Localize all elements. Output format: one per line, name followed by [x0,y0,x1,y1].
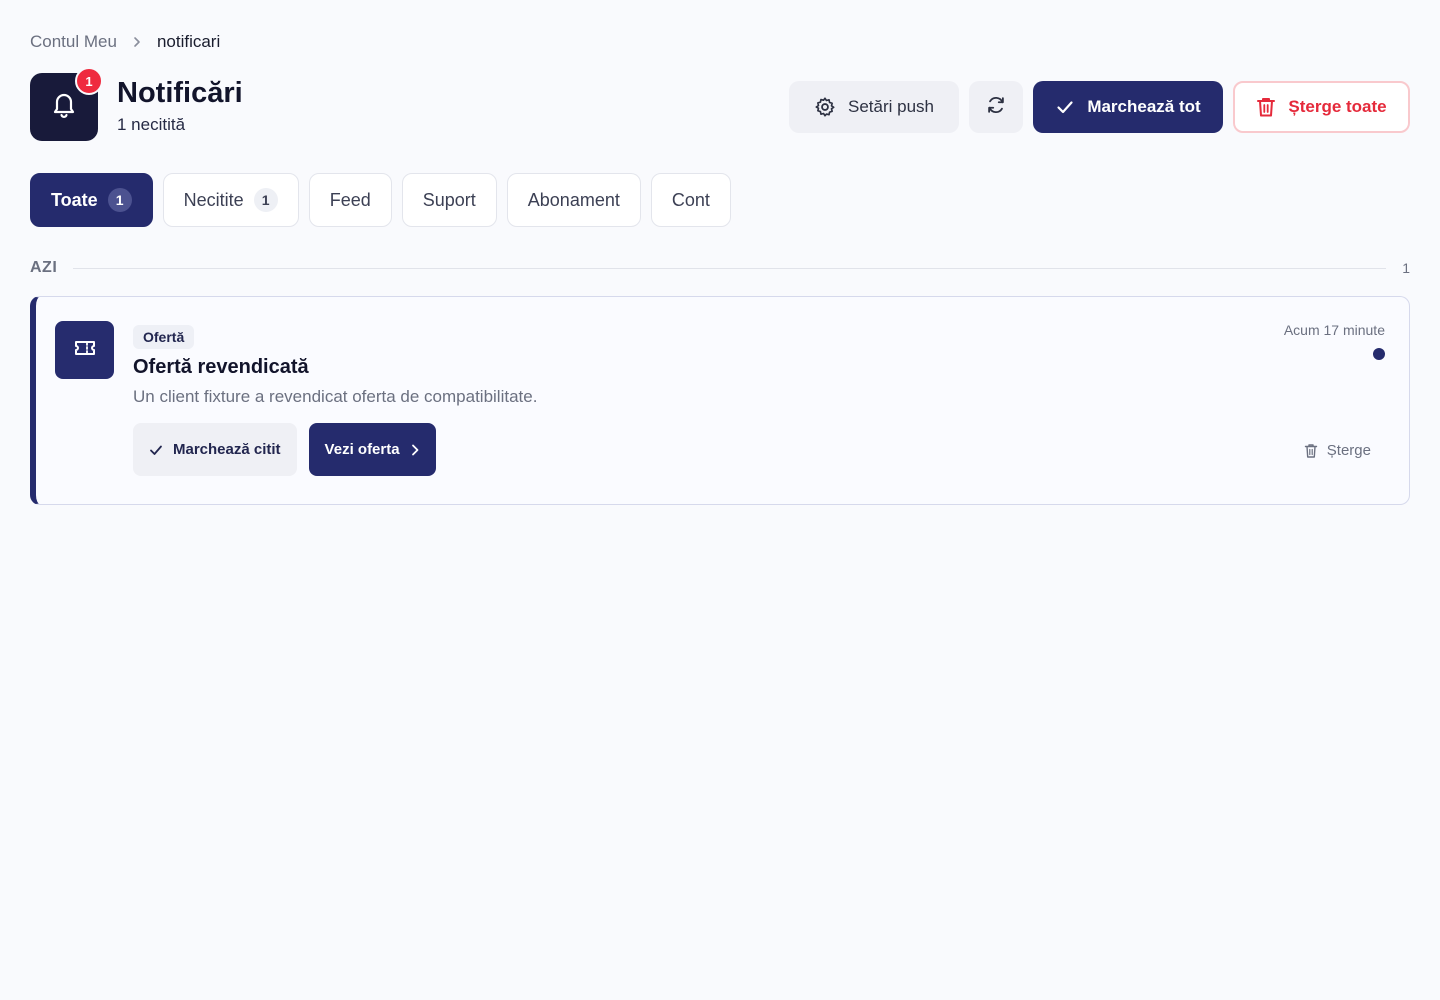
check-icon [149,443,163,457]
tab-label: Necitite [183,189,244,210]
delete-notification-button[interactable]: Șterge [1304,442,1371,459]
unread-indicator [1373,348,1385,360]
view-offer-button[interactable]: Vezi oferta [308,423,436,476]
notification-body: Ofertă Ofertă revendicată Un client fixt… [133,325,1385,476]
category-chip: Ofertă [133,325,195,349]
notifications-page: Contul Meu notificari 1 Notificări 1 nec… [0,0,1440,1000]
notification-timestamp: Acum 17 minute [1283,322,1385,338]
header-bell-box: 1 [30,67,103,141]
chevron-right-icon [410,443,420,457]
delete-all-button[interactable]: Șterge toate [1233,81,1410,133]
notification-type-icon-box [55,321,114,379]
ticket-icon [73,338,97,363]
check-icon [1055,97,1075,117]
unread-count-badge: 1 [75,67,103,95]
tab-label: Abonament [527,189,620,210]
mark-all-read-label: Marchează tot [1087,97,1201,116]
notification-title: Ofertă revendicată [133,356,309,378]
bell-icon [51,91,77,124]
breadcrumb-current: notificari [156,32,221,51]
breadcrumb: Contul Meu notificari [30,30,1410,54]
notification-card[interactable]: Ofertă Ofertă revendicată Un client fixt… [30,296,1410,505]
tab-count-badge: 1 [107,188,132,212]
gear-icon [814,96,836,118]
tab-toate[interactable]: Toate 1 [30,173,153,227]
refresh-button[interactable] [969,81,1023,133]
breadcrumb-parent-link[interactable]: Contul Meu [30,32,117,52]
push-settings-button[interactable]: Setări push [789,81,959,133]
tab-label: Toate [51,189,98,210]
filter-tabs: Toate 1 Necitite 1 Feed Suport Abonament… [30,173,1410,227]
tab-cont[interactable]: Cont [650,173,731,227]
refresh-icon [985,94,1007,121]
section-header-today: AZI 1 [30,258,1410,278]
mark-all-read-button[interactable]: Marchează tot [1033,81,1223,133]
header-actions: Setări push Marchează tot Șterge toate [789,81,1410,133]
tab-suport[interactable]: Suport [401,173,497,227]
section-divider [73,267,1387,269]
chevron-right-icon [117,36,157,48]
title-block: Notificări 1 necitită [117,75,243,135]
tab-count-badge: 1 [253,188,278,212]
section-label: AZI [30,259,58,276]
trash-icon [1256,96,1276,118]
tab-feed[interactable]: Feed [308,173,392,227]
page-title: Notificări [117,77,243,109]
tab-label: Suport [422,189,476,210]
view-offer-label: Vezi oferta [324,441,400,458]
mark-read-label: Marchează citit [173,441,281,458]
tab-label: Cont [671,189,710,210]
notification-description: Un client fixture a revendicat oferta de… [133,387,538,406]
notification-actions: Marchează citit Vezi oferta [133,423,1385,476]
trash-icon [1304,443,1318,459]
tab-abonament[interactable]: Abonament [506,173,641,227]
tab-label: Feed [329,189,371,210]
mark-read-button[interactable]: Marchează citit [133,423,297,476]
delete-label: Șterge [1326,442,1371,459]
page-subtitle: 1 necitită [117,115,186,134]
page-header: 1 Notificări 1 necitită Setări push Marc… [30,67,1410,143]
section-count: 1 [1402,260,1410,276]
push-settings-label: Setări push [848,97,934,116]
tab-necitite[interactable]: Necitite 1 [162,173,299,227]
delete-all-label: Șterge toate [1288,97,1387,116]
